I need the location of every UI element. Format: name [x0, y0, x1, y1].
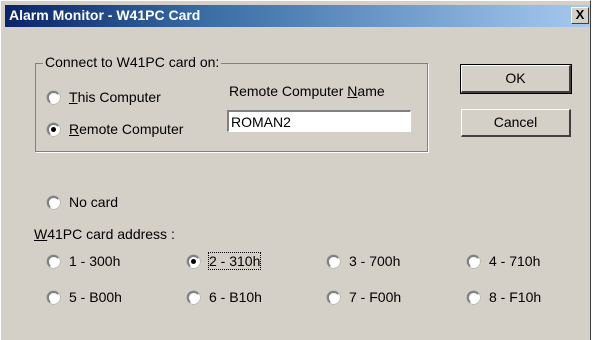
- ok-button[interactable]: OK: [460, 64, 572, 94]
- radio-this-computer-label: This Computer: [69, 89, 161, 105]
- cancel-button[interactable]: Cancel: [461, 109, 571, 137]
- radio-circle-icon: [187, 255, 200, 268]
- remote-name-label: Remote Computer Name: [229, 83, 385, 99]
- radio-no-card-label: No card: [69, 194, 119, 210]
- card-address-label: W41PC card address :: [34, 226, 175, 242]
- radio-address-label: 7 - F00h: [349, 289, 402, 305]
- radio-address-label: 2 - 310h: [207, 252, 262, 270]
- radio-address-label: 8 - F10h: [489, 289, 542, 305]
- connect-groupbox: [35, 63, 428, 152]
- radio-circle-icon: [327, 291, 340, 304]
- label-rest: 41PC card address :: [47, 226, 175, 242]
- label-pre: Remote Computer: [229, 83, 348, 99]
- title-bar[interactable]: Alarm Monitor - W41PC Card X: [5, 5, 590, 27]
- mnemonic-t: T: [69, 89, 78, 105]
- mnemonic-n: N: [347, 83, 358, 99]
- close-button[interactable]: X: [571, 7, 589, 24]
- radio-address-label: 3 - 700h: [349, 253, 401, 269]
- radio-circle-icon: [187, 291, 200, 304]
- radio-circle-icon: [327, 255, 340, 268]
- radio-circle-icon: [47, 91, 60, 104]
- connect-group-title: Connect to W41PC card on:: [43, 54, 222, 70]
- radio-circle-icon: [47, 123, 60, 136]
- radio-remote-computer-label: Remote Computer: [69, 121, 183, 137]
- radio-address-label: 1 - 300h: [69, 253, 121, 269]
- radio-circle-icon: [47, 196, 60, 209]
- radio-circle-icon: [47, 255, 60, 268]
- label-rest: his Computer: [77, 89, 161, 105]
- radio-address-label: 4 - 710h: [489, 253, 541, 269]
- radio-address-label: 6 - B10h: [209, 289, 262, 305]
- dialog-window: Alarm Monitor - W41PC Card X Connect to …: [0, 0, 591, 340]
- label-rest: emote Computer: [79, 121, 184, 137]
- window-title: Alarm Monitor - W41PC Card: [9, 7, 201, 23]
- radio-address-label: 5 - B00h: [69, 289, 122, 305]
- mnemonic-w: W: [34, 226, 48, 242]
- radio-circle-icon: [467, 255, 480, 268]
- mnemonic-r: R: [69, 121, 80, 137]
- close-icon: X: [575, 7, 585, 22]
- radio-circle-icon: [47, 291, 60, 304]
- label-post: ame: [357, 83, 385, 99]
- radio-circle-icon: [467, 291, 480, 304]
- remote-computer-name-input[interactable]: [227, 110, 411, 132]
